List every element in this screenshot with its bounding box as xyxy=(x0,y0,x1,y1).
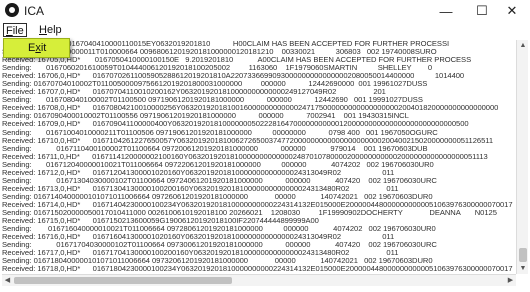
file-menu-dropdown: Exit xyxy=(3,38,70,58)
window-title: ICA xyxy=(24,4,45,18)
log-line: Sending: 0167090400010002T01100556 09719… xyxy=(2,112,409,121)
menu-help-label: elp xyxy=(46,24,62,36)
menu-help-mnemonic: H xyxy=(39,24,47,36)
log-line: Received: 16714,0,HD* 016714042300001002… xyxy=(2,200,513,209)
menu-file-label: ile xyxy=(12,25,24,37)
vertical-scrollbar[interactable]: ▲ ▼ xyxy=(516,40,528,274)
log-line: Sending: 01671004010000211T01100506 0971… xyxy=(2,128,438,137)
log-line: Received: 16717,0,HD* 016717041300001002… xyxy=(2,249,399,258)
scroll-down-icon[interactable]: ▼ xyxy=(517,263,529,274)
log-line: Sending: 01671304030000102T01100664 0972… xyxy=(2,176,437,185)
app-icon xyxy=(5,3,19,17)
log-line: ,HD* 0167040410000110015EY0632019201810 … xyxy=(2,40,450,48)
log-line: Sending: 016715020000050017010411000 002… xyxy=(2,208,497,217)
log-line: Received: 16709,0,HD* 016709041100000400… xyxy=(2,120,469,129)
log-line: Sending: 01671704030000102T01100664 0973… xyxy=(2,241,437,250)
log-line: Sending: 0167180400000101071011006664 09… xyxy=(2,257,433,266)
minimize-button[interactable]: — xyxy=(428,0,464,22)
log-line: Received: 16718,0,HD* 016718042300001002… xyxy=(2,265,513,274)
menu-file-mnemonic: F xyxy=(6,25,13,37)
log-line: Received: 16713,0,HD* 016713041300001002… xyxy=(2,184,399,193)
scroll-right-icon[interactable]: ▶ xyxy=(505,275,516,287)
log-line: Received: 16705,0,HD* 016705041000010015… xyxy=(2,56,472,65)
log-line: Received: 16711,0,HD* 016711412000000210… xyxy=(2,152,488,161)
horizontal-scrollbar[interactable]: ◀ ▶ xyxy=(2,274,516,286)
app-window: ICA — ☐ ✕ File Help ,HD* 016704041000011… xyxy=(0,0,530,292)
vertical-scroll-thumb[interactable] xyxy=(519,248,527,262)
log-line: Received: 16716,0,HD* 016716041300001020… xyxy=(2,233,395,242)
scroll-up-icon[interactable]: ▲ xyxy=(517,40,529,51)
log-line: Received: 16708,0,HD* 016708042100100002… xyxy=(2,104,499,113)
horizontal-scroll-thumb[interactable] xyxy=(14,277,232,284)
menu-item-exit[interactable]: Exit xyxy=(28,42,46,54)
title-bar: ICA — ☐ ✕ xyxy=(0,0,530,22)
log-line: Received: 16707,0,HD* 016707041100102001… xyxy=(2,88,386,97)
log-line: Sending: 0167110400100002T01100664 09720… xyxy=(2,144,428,153)
menu-help[interactable]: Help xyxy=(37,23,64,37)
exit-label-end: it xyxy=(40,42,47,54)
log-line: Received: 16712,0,HD* 016712041300001020… xyxy=(2,168,395,177)
log-line: Sending: 0167060201610059T01044400612019… xyxy=(2,64,433,73)
log-line: Sending: 016708040000011T010000664 00968… xyxy=(2,48,437,57)
log-line: Sending: 01670704010002T0110050000975661… xyxy=(2,80,428,89)
menu-bar: File Help xyxy=(0,22,530,38)
log-line: Sending: 016716040000010021T011006664 09… xyxy=(2,225,436,234)
log-line: Received: 16710,0,HD* 016710426122765005… xyxy=(2,136,494,145)
log-line: Sending: 016708040100002T01100500 097190… xyxy=(2,96,423,105)
menu-file[interactable]: File xyxy=(3,23,27,37)
message-log[interactable]: ,HD* 0167040410000110015EY0632019201810 … xyxy=(2,40,516,274)
log-line: Received: 16715,0,HD* 0167150213600059G1… xyxy=(2,217,394,226)
log-line: Received: 16706,0,HD* 016707026110059052… xyxy=(2,72,465,81)
log-line: Sending: 0167140400000101071011006664 09… xyxy=(2,192,433,201)
scroll-left-icon[interactable]: ◀ xyxy=(2,275,13,287)
close-button[interactable]: ✕ xyxy=(494,0,530,22)
log-line: Sending: 016712040000010021T011006664 09… xyxy=(2,160,434,169)
